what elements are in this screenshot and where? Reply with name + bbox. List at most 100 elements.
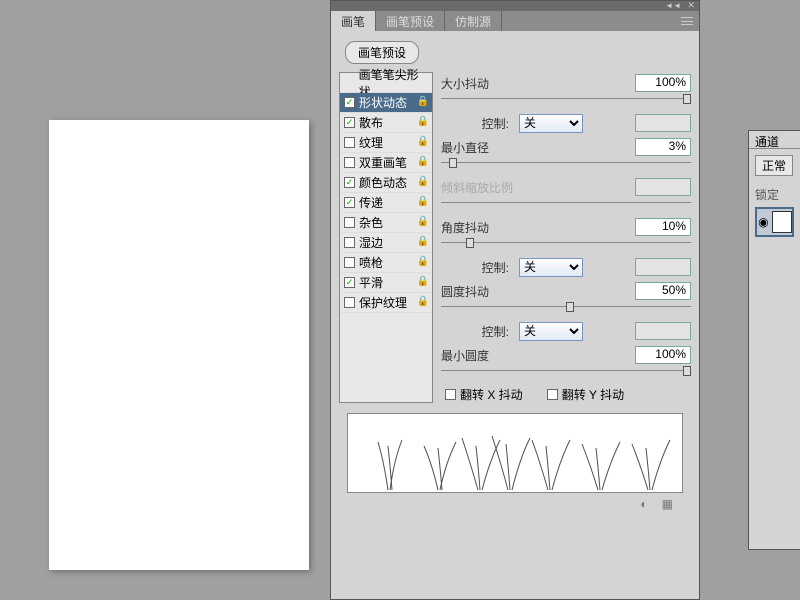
lock-icon[interactable]: 🔒 xyxy=(417,216,429,227)
brush-option-7[interactable]: 杂色 🔒 xyxy=(340,213,432,233)
option-label: 湿边 xyxy=(359,234,383,251)
brush-preview xyxy=(347,413,683,493)
brush-options-list: 画笔笔尖形状 ✓ 形状动态 🔒 ✓ 散布 🔒 纹理 🔒 双重画笔 🔒 ✓ 颜色动态 🔒 ✓ 传递 🔒 杂色 🔒 湿边 🔒… xyxy=(339,72,433,403)
brush-option-1[interactable]: ✓ 形状动态 🔒 xyxy=(340,93,432,113)
size-control-value xyxy=(635,114,691,132)
brush-option-4[interactable]: 双重画笔 🔒 xyxy=(340,153,432,173)
tab-brush-preset[interactable]: 画笔预设 xyxy=(376,11,445,31)
option-checkbox[interactable] xyxy=(344,217,355,228)
size-jitter-value[interactable]: 100% xyxy=(635,74,691,92)
flip-x-checkbox[interactable]: 翻转 X 抖动 xyxy=(445,386,523,403)
lock-icon[interactable]: 🔒 xyxy=(417,196,429,207)
brush-option-10[interactable]: ✓ 平滑 🔒 xyxy=(340,273,432,293)
layer-thumbnail[interactable] xyxy=(772,211,792,233)
shape-dynamics-settings: 大小抖动 100% 控制: 关 最小直径 3% 倾斜缩放比例 角度抖动 10% … xyxy=(441,72,691,403)
grass-stroke-preview xyxy=(348,413,683,492)
new-preset-icon[interactable]: ▦ xyxy=(662,497,673,511)
option-checkbox[interactable] xyxy=(344,137,355,148)
brush-option-2[interactable]: ✓ 散布 🔒 xyxy=(340,113,432,133)
round-control-value xyxy=(635,322,691,340)
panel-dragbar[interactable]: ◄◄ ✕ xyxy=(331,1,699,11)
lock-icon[interactable]: 🔒 xyxy=(417,176,429,187)
option-label: 保护纹理 xyxy=(359,294,407,311)
brush-panel: ◄◄ ✕ 画笔 画笔预设 仿制源 画笔预设 画笔笔尖形状✓形状动态🔒✓散布🔒纹理… xyxy=(330,0,700,600)
angle-jitter-slider[interactable] xyxy=(441,240,691,250)
angle-jitter-value[interactable]: 10% xyxy=(635,218,691,236)
round-jitter-slider[interactable] xyxy=(441,304,691,314)
round-jitter-value[interactable]: 50% xyxy=(635,282,691,300)
min-diameter-label: 最小直径 xyxy=(441,139,515,156)
brush-preset-button[interactable]: 画笔预设 xyxy=(345,41,419,64)
lock-icon[interactable]: 🔒 xyxy=(417,276,429,287)
option-label: 传递 xyxy=(359,194,383,211)
option-label: 双重画笔 xyxy=(359,154,407,171)
size-control-select[interactable]: 关 xyxy=(519,114,583,133)
layer-row[interactable]: ◉ xyxy=(755,207,794,237)
collapse-icon[interactable]: ◄◄ xyxy=(665,1,681,10)
lock-icon[interactable]: 🔒 xyxy=(417,156,429,167)
option-label: 杂色 xyxy=(359,214,383,231)
lock-icon[interactable]: 🔒 xyxy=(417,116,429,127)
channels-panel: 通道 正常 锁定 ◉ xyxy=(748,130,800,550)
option-checkbox[interactable]: ✓ xyxy=(344,97,355,108)
brush-option-3[interactable]: 纹理 🔒 xyxy=(340,133,432,153)
option-checkbox[interactable]: ✓ xyxy=(344,197,355,208)
option-label: 散布 xyxy=(359,114,383,131)
control-label-2: 控制: xyxy=(441,259,515,276)
option-label: 颜色动态 xyxy=(359,174,407,191)
panel-tabs: 画笔 画笔预设 仿制源 xyxy=(331,11,699,31)
angle-jitter-label: 角度抖动 xyxy=(441,219,515,236)
angle-control-select[interactable]: 关 xyxy=(519,258,583,277)
close-icon[interactable]: ✕ xyxy=(687,0,695,11)
option-label: 纹理 xyxy=(359,134,383,151)
brush-option-11[interactable]: 保护纹理 🔒 xyxy=(340,293,432,313)
lock-icon[interactable]: 🔒 xyxy=(417,136,429,147)
size-jitter-label: 大小抖动 xyxy=(441,75,515,92)
option-checkbox[interactable]: ✓ xyxy=(344,277,355,288)
angle-control-value xyxy=(635,258,691,276)
brush-option-9[interactable]: 喷枪 🔒 xyxy=(340,253,432,273)
lock-icon[interactable]: 🔒 xyxy=(417,256,429,267)
tab-clone-source[interactable]: 仿制源 xyxy=(445,11,502,31)
flip-y-checkbox[interactable]: 翻转 Y 抖动 xyxy=(547,386,624,403)
lock-icon[interactable]: 🔒 xyxy=(417,236,429,247)
blend-mode-select[interactable]: 正常 xyxy=(755,155,793,176)
round-control-select[interactable]: 关 xyxy=(519,322,583,341)
min-round-value[interactable]: 100% xyxy=(635,346,691,364)
tilt-scale-value xyxy=(635,178,691,196)
min-diameter-slider[interactable] xyxy=(441,160,691,170)
option-label: 平滑 xyxy=(359,274,383,291)
option-label: 形状动态 xyxy=(359,94,407,111)
tab-brush[interactable]: 画笔 xyxy=(331,11,376,31)
option-checkbox[interactable]: ✓ xyxy=(344,117,355,128)
option-checkbox[interactable] xyxy=(344,297,355,308)
control-label-1: 控制: xyxy=(441,115,515,132)
toggle-preview-icon[interactable]: ◐ xyxy=(640,497,647,511)
visibility-eye-icon[interactable]: ◉ xyxy=(757,215,770,229)
lock-icon[interactable]: 🔒 xyxy=(417,296,429,307)
tilt-scale-slider xyxy=(441,200,691,210)
panel-menu-icon[interactable] xyxy=(675,11,699,31)
flip-x-label: 翻转 X 抖动 xyxy=(460,386,523,403)
min-diameter-value[interactable]: 3% xyxy=(635,138,691,156)
flip-y-label: 翻转 Y 抖动 xyxy=(562,386,624,403)
channels-tab[interactable]: 通道 xyxy=(749,131,800,149)
option-checkbox[interactable]: ✓ xyxy=(344,177,355,188)
min-round-slider[interactable] xyxy=(441,368,691,378)
brush-option-0[interactable]: 画笔笔尖形状 xyxy=(340,73,432,93)
size-jitter-slider[interactable] xyxy=(441,96,691,106)
document-canvas[interactable] xyxy=(49,120,309,570)
min-round-label: 最小圆度 xyxy=(441,347,515,364)
option-checkbox[interactable] xyxy=(344,257,355,268)
option-checkbox[interactable] xyxy=(344,237,355,248)
lock-label: 锁定 xyxy=(755,186,794,203)
brush-option-6[interactable]: ✓ 传递 🔒 xyxy=(340,193,432,213)
round-jitter-label: 圆度抖动 xyxy=(441,283,515,300)
option-checkbox[interactable] xyxy=(344,157,355,168)
brush-option-5[interactable]: ✓ 颜色动态 🔒 xyxy=(340,173,432,193)
control-label-3: 控制: xyxy=(441,323,515,340)
brush-option-8[interactable]: 湿边 🔒 xyxy=(340,233,432,253)
lock-icon[interactable]: 🔒 xyxy=(417,96,429,107)
option-label: 喷枪 xyxy=(359,254,383,271)
tilt-scale-label: 倾斜缩放比例 xyxy=(441,179,515,196)
